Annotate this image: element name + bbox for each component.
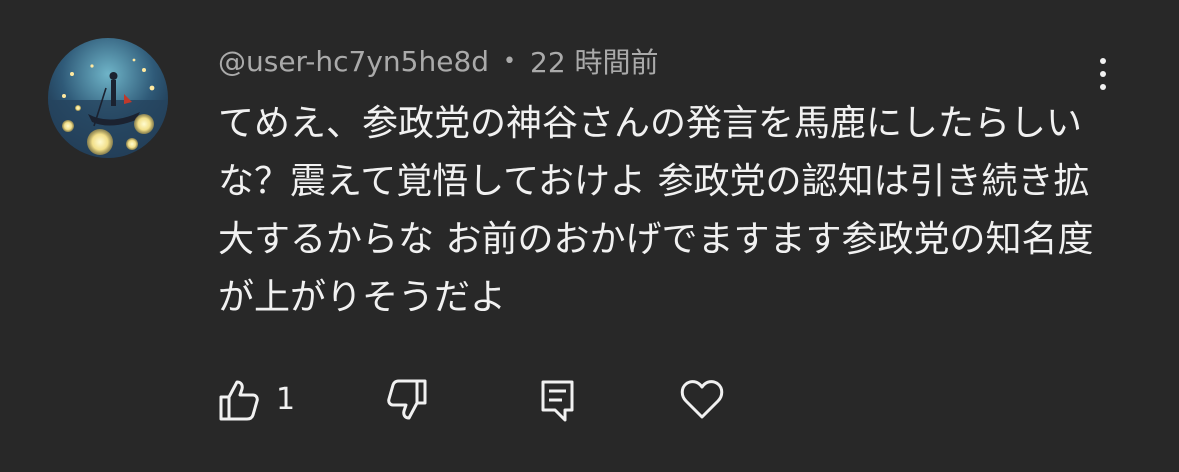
avatar[interactable] bbox=[48, 38, 168, 158]
comment-actions: 1 bbox=[0, 370, 1179, 430]
heart-button[interactable] bbox=[680, 378, 724, 420]
author-name[interactable]: @user-hc7yn5he8d bbox=[218, 45, 489, 78]
more-options-button[interactable] bbox=[1088, 52, 1118, 96]
comment-header: @user-hc7yn5he8d • 22 時間前 bbox=[218, 38, 659, 84]
avatar-image bbox=[48, 38, 168, 158]
like-count: 1 bbox=[276, 382, 296, 417]
comment-thread: @user-hc7yn5he8d • 22 時間前 てめえ、参政党の神谷さんの発… bbox=[0, 0, 1179, 472]
thumbs-up-icon bbox=[219, 380, 259, 421]
reply-button[interactable] bbox=[538, 378, 578, 424]
dislike-button[interactable] bbox=[386, 378, 428, 422]
like-button[interactable]: 1 bbox=[218, 378, 295, 422]
thumbs-down-icon bbox=[387, 379, 427, 420]
heart-icon bbox=[680, 380, 724, 419]
vertical-ellipsis-icon bbox=[1100, 58, 1106, 64]
timestamp[interactable]: 22 時間前 bbox=[530, 41, 659, 81]
meta-separator: • bbox=[503, 48, 517, 74]
reply-comment-icon bbox=[541, 380, 574, 422]
comment-text: てめえ、参政党の神谷さんの発言を馬鹿にしたらしいな？震えて覚悟しておけよ 参政党… bbox=[218, 103, 1094, 318]
